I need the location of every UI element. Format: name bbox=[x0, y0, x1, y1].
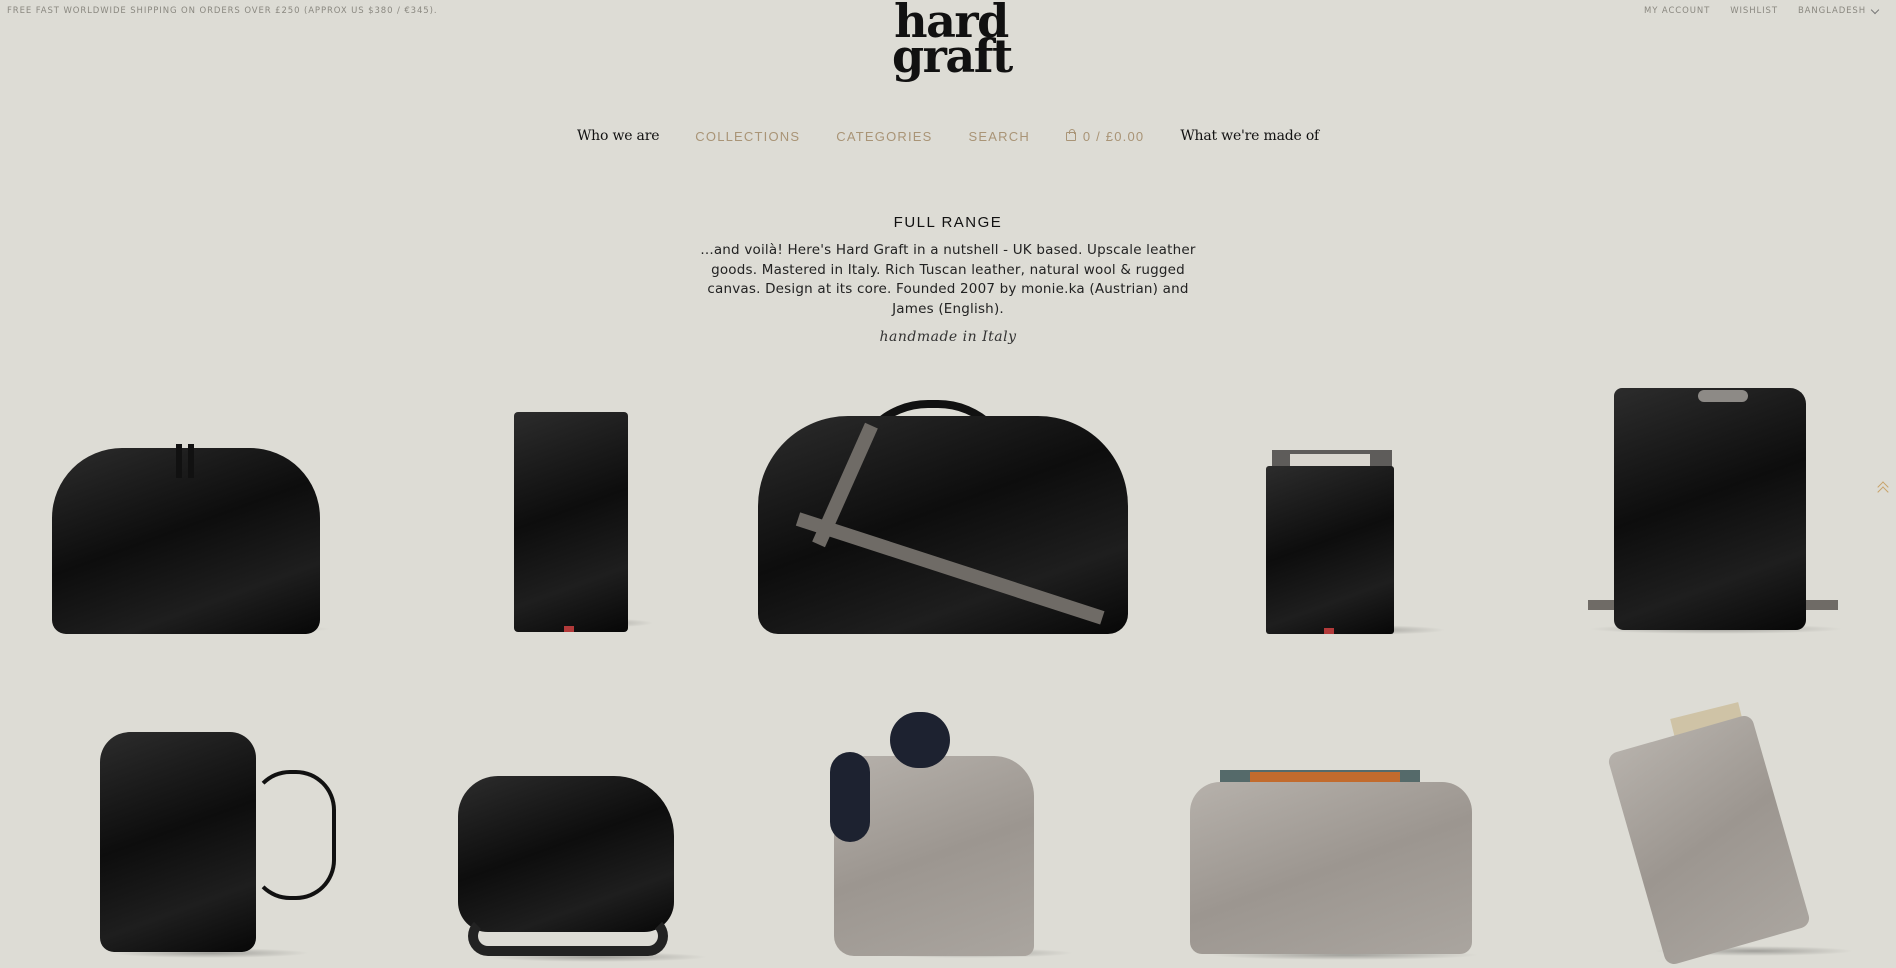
product-black-pouch[interactable] bbox=[52, 444, 332, 644]
logo[interactable]: hard graft ® bbox=[892, 0, 1013, 83]
nav-categories[interactable]: CATEGORIES bbox=[836, 129, 932, 144]
wishlist-link[interactable]: WISHLIST bbox=[1730, 6, 1778, 16]
product-black-backpack[interactable] bbox=[1588, 388, 1844, 638]
nav-search[interactable]: SEARCH bbox=[969, 129, 1030, 144]
product-grey-zip-pouch[interactable] bbox=[1190, 770, 1480, 962]
my-account-link[interactable]: MY ACCOUNT bbox=[1644, 6, 1710, 16]
product-grey-phone-sleeve[interactable] bbox=[1606, 702, 1864, 967]
logo-line-2: graft bbox=[892, 29, 1013, 83]
page: FREE FAST WORLDWIDE SHIPPING ON ORDERS O… bbox=[0, 0, 1896, 968]
country-selector[interactable]: BANGLADESH bbox=[1797, 5, 1880, 16]
shipping-banner: FREE FAST WORLDWIDE SHIPPING ON ORDERS O… bbox=[7, 6, 438, 16]
product-card-wallet[interactable] bbox=[1266, 450, 1446, 640]
nav-who-we-are[interactable]: Who we are bbox=[577, 128, 660, 144]
handmade-in-italy: handmade in Italy bbox=[879, 329, 1017, 345]
product-black-duffle[interactable] bbox=[758, 400, 1138, 640]
account-links: MY ACCOUNT WISHLIST BANGLADESH bbox=[1644, 5, 1880, 16]
page-title: FULL RANGE bbox=[893, 214, 1003, 231]
nav-what-were-made-of[interactable]: What we're made of bbox=[1180, 128, 1319, 144]
chevron-down-icon bbox=[1870, 5, 1880, 14]
scroll-up-icon[interactable] bbox=[1876, 480, 1890, 498]
intro-text: ...and voilà! Here's Hard Graft in a nut… bbox=[700, 242, 1196, 317]
main-nav: Who we are COLLECTIONS CATEGORIES SEARCH… bbox=[0, 128, 1896, 144]
product-phone-sleeve[interactable] bbox=[514, 412, 654, 634]
cart-total: 0 / £0.00 bbox=[1082, 128, 1145, 144]
country-label: BANGLADESH bbox=[1797, 6, 1866, 16]
nav-cart[interactable]: 0 / £0.00 bbox=[1065, 128, 1145, 144]
product-black-crossbody[interactable] bbox=[458, 766, 708, 966]
nav-collections[interactable]: COLLECTIONS bbox=[695, 129, 800, 144]
product-wristlet-pouch[interactable] bbox=[100, 730, 340, 960]
intro: FULL RANGE ...and voilà! Here's Hard Gra… bbox=[0, 214, 1896, 345]
bag-icon bbox=[1065, 128, 1076, 141]
product-grey-tote-headphones[interactable] bbox=[824, 712, 1074, 962]
registered-mark: ® bbox=[996, 20, 1006, 30]
